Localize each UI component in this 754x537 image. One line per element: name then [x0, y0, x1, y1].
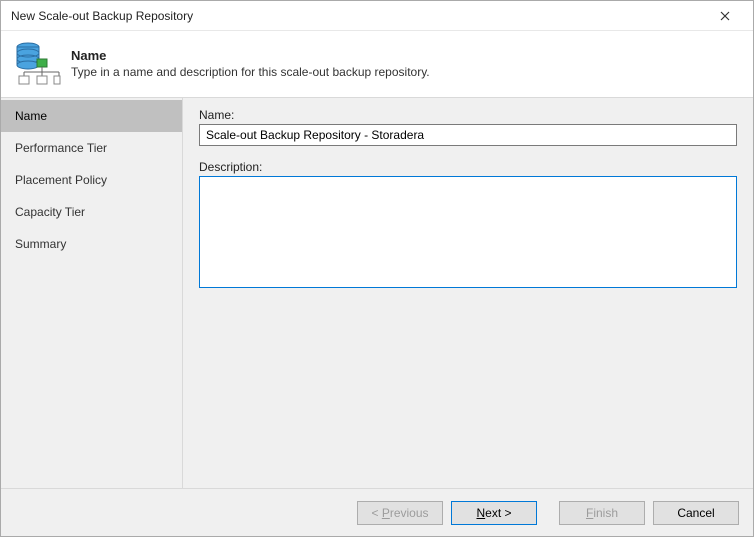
wizard-header: Name Type in a name and description for …	[1, 31, 753, 98]
sidebar-item-summary[interactable]: Summary	[1, 228, 182, 260]
titlebar: New Scale-out Backup Repository	[1, 1, 753, 31]
close-button[interactable]	[705, 2, 745, 30]
name-field-block: Name:	[199, 108, 737, 146]
window-title: New Scale-out Backup Repository	[11, 9, 705, 23]
previous-button: < Previous	[357, 501, 443, 525]
name-label: Name:	[199, 108, 737, 122]
sidebar-item-label: Performance Tier	[15, 141, 107, 155]
wizard-window: New Scale-out Backup Repository	[0, 0, 754, 537]
wizard-steps-sidebar: Name Performance Tier Placement Policy C…	[1, 98, 183, 488]
description-field-block: Description:	[199, 160, 737, 291]
name-input[interactable]	[199, 124, 737, 146]
sidebar-item-label: Name	[15, 109, 47, 123]
header-subtext: Type in a name and description for this …	[71, 65, 430, 79]
sidebar-item-placement-policy[interactable]: Placement Policy	[1, 164, 182, 196]
next-button[interactable]: Next >	[451, 501, 537, 525]
close-icon	[720, 8, 730, 24]
wizard-content: Name: Description:	[183, 98, 753, 488]
cancel-button[interactable]: Cancel	[653, 501, 739, 525]
wizard-body: Name Performance Tier Placement Policy C…	[1, 98, 753, 488]
repository-icon	[13, 39, 61, 87]
header-text: Name Type in a name and description for …	[71, 48, 430, 79]
sidebar-item-capacity-tier[interactable]: Capacity Tier	[1, 196, 182, 228]
header-heading: Name	[71, 48, 430, 63]
sidebar-item-label: Placement Policy	[15, 173, 107, 187]
sidebar-item-name[interactable]: Name	[1, 100, 182, 132]
finish-button: Finish	[559, 501, 645, 525]
wizard-footer: < Previous Next > Finish Cancel	[1, 488, 753, 536]
description-input[interactable]	[199, 176, 737, 288]
sidebar-item-label: Summary	[15, 237, 66, 251]
sidebar-item-performance-tier[interactable]: Performance Tier	[1, 132, 182, 164]
description-label: Description:	[199, 160, 737, 174]
sidebar-item-label: Capacity Tier	[15, 205, 85, 219]
